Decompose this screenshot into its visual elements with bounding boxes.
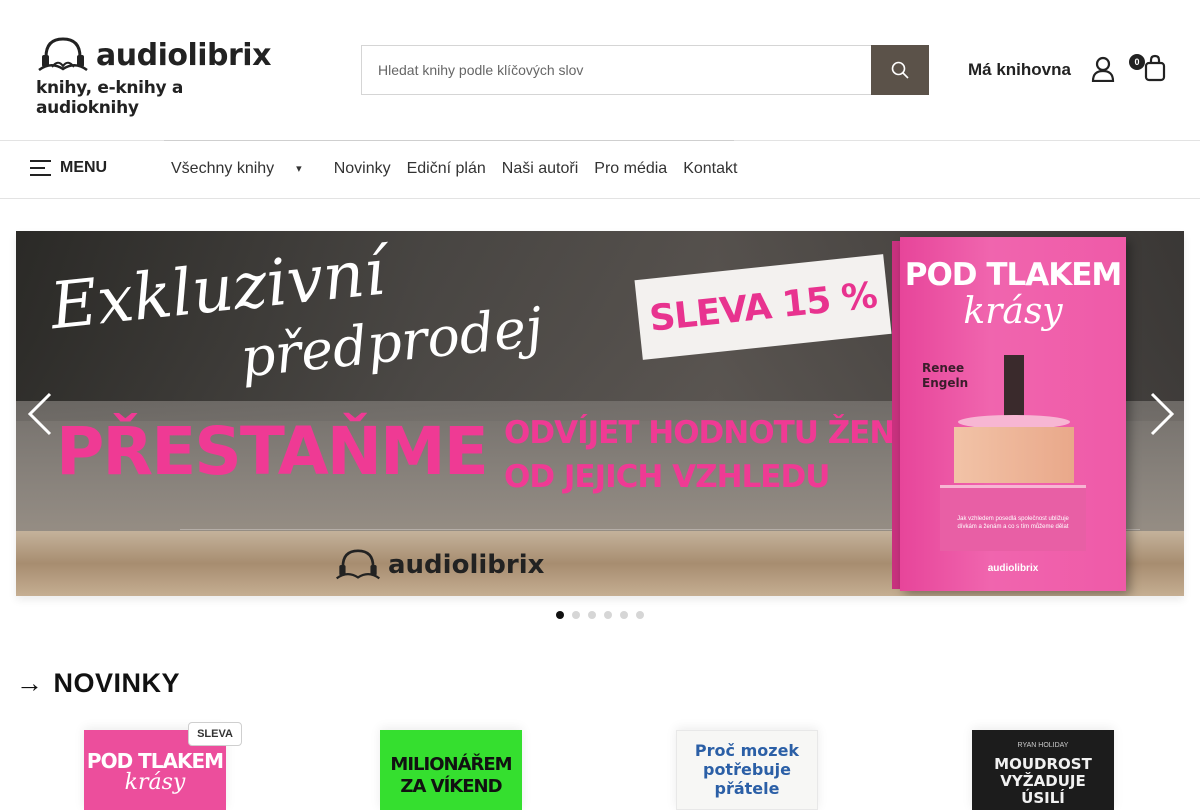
- product-title-line: VYŽADUJE: [1000, 772, 1086, 790]
- chevron-right-icon[interactable]: [1146, 392, 1176, 436]
- cart-icon[interactable]: [1142, 54, 1168, 82]
- nav-item-all-books[interactable]: Všechny knihy ▾: [171, 160, 318, 178]
- product-cover[interactable]: Proč mozek potřebuje přátele: [676, 730, 818, 810]
- nav-divider: [164, 140, 734, 141]
- product-title: MILIONÁŘEM ZA VÍKEND: [380, 754, 522, 798]
- product-title: Proč mozek potřebuje přátele: [677, 741, 817, 798]
- menu-label: MENU: [60, 159, 108, 176]
- carousel-dot[interactable]: [604, 611, 612, 619]
- logo-tagline: knihy, e-knihy a audioknihy: [36, 78, 184, 118]
- product-title-line: ZA VÍKEND: [400, 776, 502, 797]
- banner-logo: audiolibrix: [334, 549, 544, 581]
- product-title: POD TLAKEM: [86, 749, 224, 773]
- product-title-line: MILIONÁŘEM: [390, 754, 512, 775]
- product-cover[interactable]: RYAN HOLIDAY MOUDROST VYŽADUJE ÚSILÍ: [972, 730, 1114, 810]
- site-header: audiolibrix knihy, e-knihy a audioknihy …: [0, 0, 1200, 140]
- book-publisher: audiolibrix: [987, 563, 1039, 574]
- my-library-link[interactable]: Má knihovna: [968, 60, 1071, 80]
- search-button[interactable]: [871, 45, 929, 95]
- section-title: → NOVINKY: [16, 668, 180, 699]
- book-illustration-face: [954, 427, 1074, 483]
- book-title-line2: krásy: [963, 291, 1063, 332]
- banner-book-cover: POD TLAKEM krásy Renee Engeln Jak vzhled…: [900, 237, 1126, 591]
- product-title: MOUDROST VYŽADUJE ÚSILÍ: [972, 756, 1114, 807]
- banner-logo-name: audiolibrix: [388, 550, 545, 580]
- search-input[interactable]: [361, 45, 871, 95]
- book-author: Renee Engeln: [922, 361, 968, 391]
- nav-item-publishing-plan[interactable]: Ediční plán: [407, 160, 486, 178]
- nav-item-media[interactable]: Pro média: [594, 160, 667, 178]
- nav-item-news[interactable]: Novinky: [334, 160, 391, 178]
- carousel-dot[interactable]: [620, 611, 628, 619]
- search-icon: [891, 61, 909, 79]
- product-title-line: MOUDROST: [994, 755, 1092, 773]
- hamburger-icon: [30, 160, 51, 176]
- banner-subline-2: OD JEJICH VZHLEDU: [504, 459, 830, 495]
- chevron-left-icon[interactable]: [26, 392, 56, 436]
- sale-badge: SLEVA: [188, 722, 242, 746]
- carousel-dot[interactable]: [588, 611, 596, 619]
- banner-subline-1: ODVÍJET HODNOTU ŽEN: [504, 415, 895, 451]
- nav-item-label: Všechny knihy: [171, 160, 275, 177]
- book-author-first: Renee: [922, 361, 965, 375]
- banner-headline: PŘESTAŇME: [56, 413, 489, 490]
- product-title-line: Proč mozek: [694, 741, 800, 760]
- product-subtitle: krásy: [124, 770, 186, 795]
- product-cover[interactable]: MILIONÁŘEM ZA VÍKEND: [380, 730, 522, 810]
- book-author-last: Engeln: [922, 376, 969, 390]
- arrow-right-icon: →: [16, 668, 44, 698]
- book-title-line1: POD TLAKEM: [904, 257, 1123, 293]
- cart-count-badge: 0: [1129, 54, 1145, 70]
- main-navigation: MENU Všechny knihy ▾ Novinky Ediční plán …: [0, 140, 1200, 199]
- logo-name: audiolibrix: [96, 37, 271, 73]
- nav-item-contact[interactable]: Kontakt: [683, 160, 737, 178]
- carousel-dot[interactable]: [572, 611, 580, 619]
- nav-links: Všechny knihy ▾ Novinky Ediční plán Naši …: [171, 160, 753, 178]
- nav-item-authors[interactable]: Naši autoři: [502, 160, 578, 178]
- hero-banner[interactable]: Exkluzivní předprodej SLEVA 15 % PŘESTAŇ…: [16, 231, 1184, 596]
- product-title-line: ÚSILÍ: [1021, 789, 1065, 807]
- menu-button[interactable]: MENU: [30, 158, 107, 178]
- headphones-book-logo-icon: [38, 37, 88, 72]
- book-blurb: Jak vzhledem posedlá společnost ubližuje…: [957, 516, 1069, 530]
- chevron-down-icon: ▾: [296, 163, 302, 175]
- search-bar: [361, 45, 929, 95]
- site-logo[interactable]: audiolibrix knihy, e-knihy a audioknihy: [36, 36, 286, 118]
- carousel-dots: [556, 611, 652, 619]
- banner-subheadline: ODVÍJET HODNOTU ŽEN OD JEJICH VZHLEDU: [504, 411, 895, 499]
- carousel-dot[interactable]: [636, 611, 644, 619]
- product-title-line: přátele: [714, 779, 780, 798]
- user-icon[interactable]: [1091, 56, 1115, 82]
- product-author: RYAN HOLIDAY: [1017, 742, 1069, 749]
- product-title-line: potřebuje: [702, 760, 791, 779]
- section-title-text: NOVINKY: [53, 668, 181, 698]
- headphones-book-logo-icon: [336, 549, 380, 580]
- carousel-dot[interactable]: [556, 611, 564, 619]
